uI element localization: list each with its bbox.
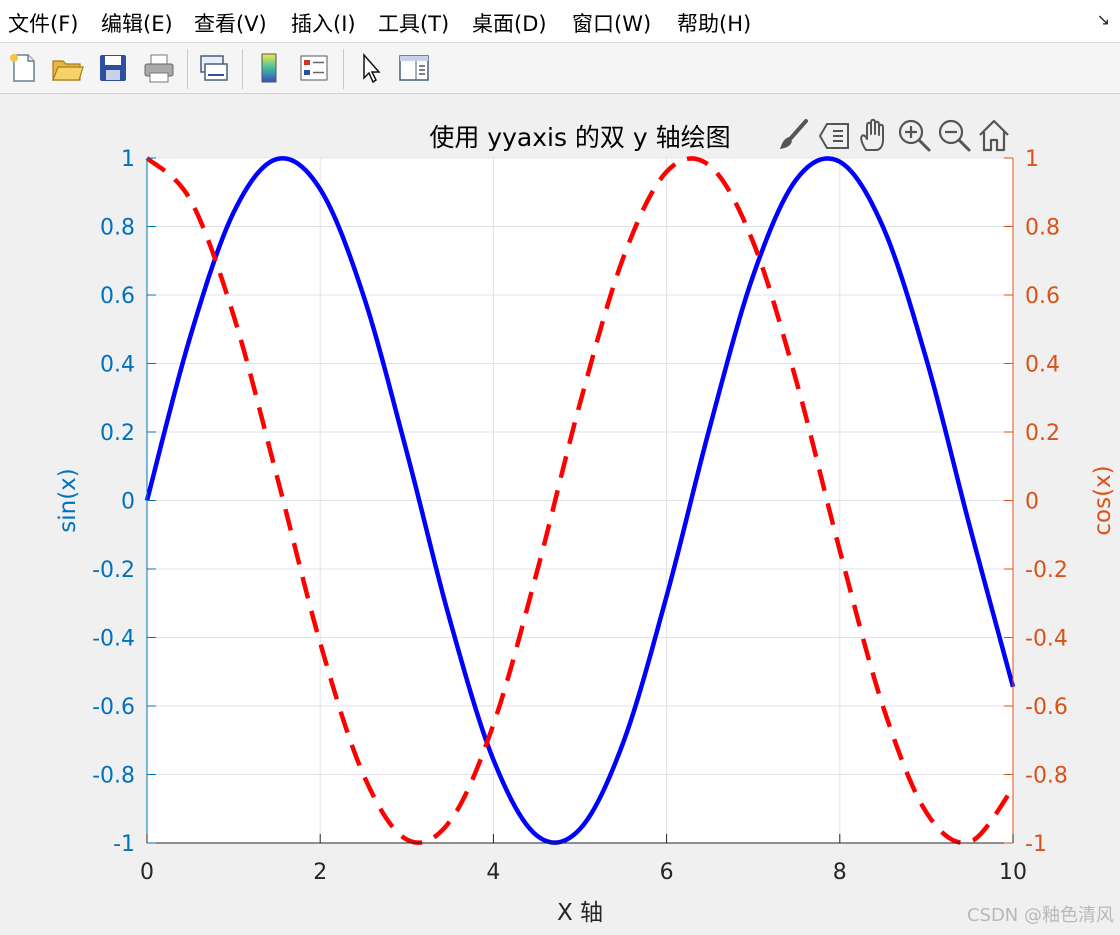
menu-file[interactable]: 文件(F)	[8, 8, 78, 38]
edit-plot-cursor-icon[interactable]	[354, 51, 388, 85]
x-tick-label: 6	[660, 860, 674, 885]
print-icon[interactable]	[142, 51, 176, 85]
toolbar-separator	[343, 49, 344, 89]
menu-insert[interactable]: 插入(I)	[291, 8, 356, 38]
y-tick-label-left: 1	[121, 147, 135, 172]
figure-window: 文件(F) 编辑(E) 查看(V) 插入(I) 工具(T) 桌面(D) 窗口(W…	[0, 0, 1120, 935]
y-tick-label-left: -1	[113, 832, 135, 857]
y-tick-label-left: -0.2	[92, 558, 135, 583]
menu-desktop[interactable]: 桌面(D)	[472, 8, 547, 38]
brush-icon[interactable]	[776, 116, 812, 154]
menu-help[interactable]: 帮助(H)	[677, 8, 751, 38]
figure-canvas: 0 2 4 6 8 10 -1 -0.8 -0.6 -0.4 -0.2 0 0.2 0.4 0.6 0.8 1-…	[0, 94, 1120, 935]
menu-tools[interactable]: 工具(T)	[378, 8, 449, 38]
dual-axis-chart: 0 2 4 6 8 10-1-0.8-0.6-0.4-0.200.20.40.60.81-…	[55, 123, 1116, 926]
save-icon[interactable]	[96, 51, 130, 85]
y-tick-label-left: -0.6	[92, 695, 135, 720]
y-tick-label-right: 0.2	[1025, 421, 1060, 446]
chart-title: 使用 yyaxis 的双 y 轴绘图	[429, 123, 730, 152]
y-tick-label-right: 0.8	[1025, 216, 1060, 241]
y-tick-label-left: 0.8	[100, 216, 135, 241]
watermark: CSDN @釉色清风	[966, 905, 1114, 926]
y-tick-label-right: 0	[1025, 490, 1039, 515]
y-tick-label-right: -0.6	[1025, 695, 1068, 720]
x-axis-label: X 轴	[557, 900, 603, 926]
link-plot-icon[interactable]	[196, 51, 230, 85]
open-file-icon[interactable]	[50, 51, 84, 85]
y-tick-label-left: -0.4	[92, 627, 135, 652]
zoom-in-icon[interactable]	[896, 116, 932, 154]
toolbar-separator	[187, 49, 188, 89]
x-tick-label: 2	[313, 860, 327, 885]
pan-hand-icon[interactable]	[856, 116, 892, 154]
y-tick-label-right: 0.6	[1025, 284, 1060, 309]
y-tick-label-left: 0.4	[100, 353, 135, 378]
y-tick-label-right: -0.8	[1025, 764, 1068, 789]
x-tick-label: 8	[833, 860, 847, 885]
menu-bar: 文件(F) 编辑(E) 查看(V) 插入(I) 工具(T) 桌面(D) 窗口(W…	[0, 0, 1120, 43]
y-tick-label-left: -0.8	[92, 764, 135, 789]
y-axis-label-right: cos(x)	[1090, 465, 1116, 535]
toolbar-separator	[242, 49, 243, 89]
colorbar-icon[interactable]	[252, 51, 286, 85]
zoom-out-icon[interactable]	[936, 116, 972, 154]
new-figure-icon[interactable]	[6, 51, 40, 85]
y-tick-label-left: 0.2	[100, 421, 135, 446]
y-tick-label-left: 0.6	[100, 284, 135, 309]
y-tick-label-right: -1	[1025, 832, 1047, 857]
menu-view[interactable]: 查看(V)	[194, 8, 267, 38]
menu-edit[interactable]: 编辑(E)	[101, 8, 173, 38]
y-tick-label-right: -0.2	[1025, 558, 1068, 583]
y-tick-label-right: -0.4	[1025, 627, 1068, 652]
x-tick-label: 4	[486, 860, 500, 885]
property-inspector-icon[interactable]	[397, 51, 431, 85]
restore-view-home-icon[interactable]	[976, 116, 1012, 154]
x-tick-label: 10	[999, 860, 1027, 885]
y-axis-label-left: sin(x)	[55, 468, 81, 533]
axes-toolbar	[776, 116, 1016, 156]
dock-arrow-icon[interactable]: ↘	[1097, 10, 1110, 29]
y-tick-label-right: 0.4	[1025, 353, 1060, 378]
x-tick-label: 0	[140, 860, 154, 885]
figure-toolbar	[0, 43, 1120, 94]
y-tick-label-right: 1	[1025, 147, 1039, 172]
menu-window[interactable]: 窗口(W)	[572, 8, 651, 38]
data-tips-icon[interactable]	[816, 116, 852, 154]
legend-icon[interactable]	[297, 51, 331, 85]
y-tick-label-left: 0	[121, 490, 135, 515]
